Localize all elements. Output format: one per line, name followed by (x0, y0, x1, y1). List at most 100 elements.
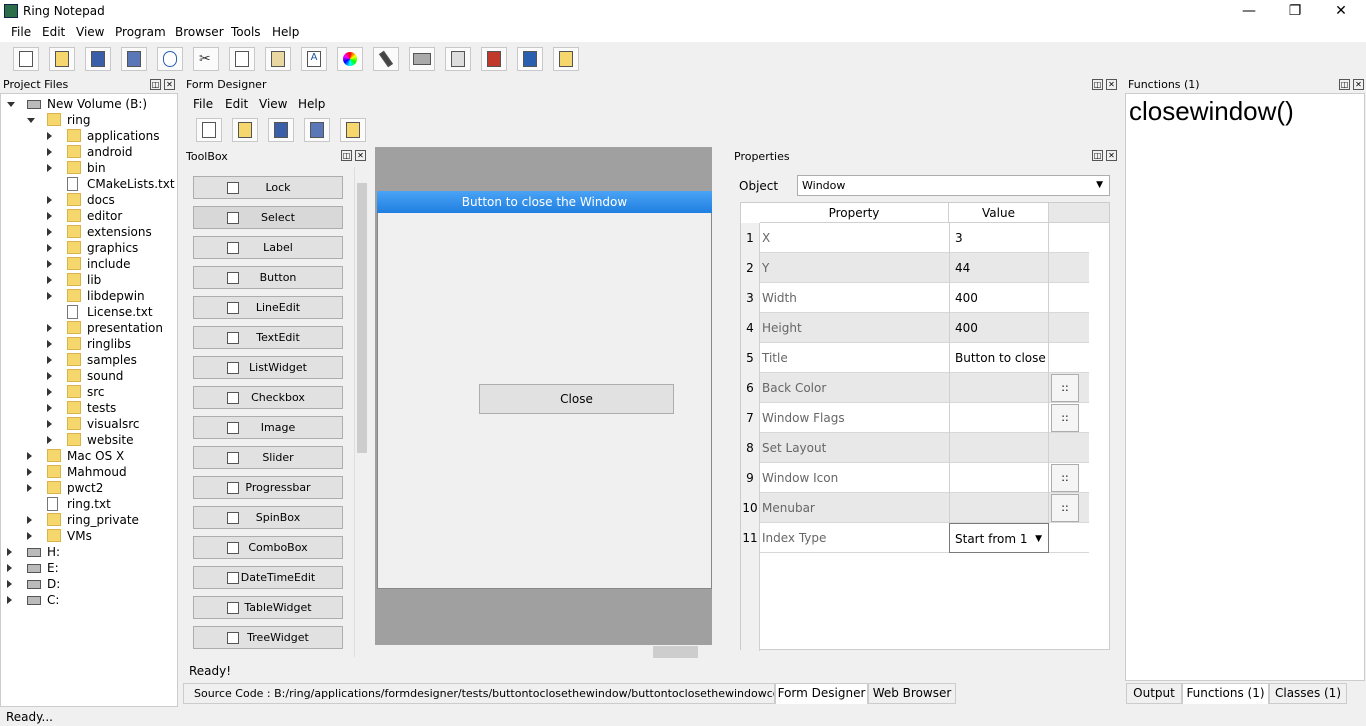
toolbox-slider-button[interactable]: Slider (193, 446, 343, 469)
chevron-right-icon[interactable] (27, 468, 32, 476)
chevron-right-icon[interactable] (47, 436, 52, 444)
tree-item[interactable]: Mac OS X (1, 448, 177, 464)
tree-item[interactable]: bin (1, 160, 177, 176)
property-value[interactable]: Start from 1 ▼ (949, 523, 1049, 553)
toolbox-textedit-button[interactable]: TextEdit (193, 326, 343, 349)
chevron-right-icon[interactable] (47, 132, 52, 140)
toolbox-combobox-button[interactable]: ComboBox (193, 536, 343, 559)
tree-item[interactable]: ring_private (1, 512, 177, 528)
float-icon[interactable]: ◫ (150, 79, 161, 90)
quit-button[interactable] (553, 47, 579, 71)
chevron-right-icon[interactable] (47, 228, 52, 236)
toolbox-spinbox-button[interactable]: SpinBox (193, 506, 343, 529)
chevron-right-icon[interactable] (47, 388, 52, 396)
toolbox-tablewidget-button[interactable]: TableWidget (193, 596, 343, 619)
save-button[interactable] (85, 47, 111, 71)
property-value[interactable]: 3 (949, 223, 1049, 253)
tree-item[interactable]: website (1, 432, 177, 448)
chevron-right-icon[interactable] (47, 164, 52, 172)
close-icon[interactable]: ✕ (1353, 79, 1364, 90)
float-icon[interactable]: ◫ (1092, 79, 1103, 90)
toolbox-listwidget-button[interactable]: ListWidget (193, 356, 343, 379)
property-value[interactable] (949, 433, 1049, 463)
tree-item[interactable]: CMakeLists.txt (1, 176, 177, 192)
chevron-right-icon[interactable] (27, 452, 32, 460)
browse-button[interactable]: :: (1051, 374, 1079, 402)
fd-menu-file[interactable]: File (193, 97, 213, 111)
property-value[interactable]: 400 (949, 283, 1049, 313)
tab-functions[interactable]: Functions (1) (1182, 683, 1269, 704)
scrollbar-thumb[interactable] (357, 183, 367, 453)
tab-classes[interactable]: Classes (1) (1269, 683, 1347, 704)
menu-edit[interactable]: Edit (42, 25, 65, 39)
toolbox-label-button[interactable]: Label (193, 236, 343, 259)
toolbox-checkbox-button[interactable]: Checkbox (193, 386, 343, 409)
object-select[interactable]: Window ▼ (797, 175, 1110, 196)
tree-item[interactable]: include (1, 256, 177, 272)
chevron-right-icon[interactable] (47, 324, 52, 332)
fd-save-as-button[interactable] (304, 118, 330, 142)
chevron-right-icon[interactable] (7, 596, 12, 604)
tree-item[interactable]: sound (1, 368, 177, 384)
chevron-down-icon[interactable] (7, 102, 15, 107)
tree-item[interactable]: presentation (1, 320, 177, 336)
toolbox-button-button[interactable]: Button (193, 266, 343, 289)
menu-tools[interactable]: Tools (231, 25, 261, 39)
new-file-button[interactable] (13, 47, 39, 71)
chevron-down-icon[interactable] (27, 118, 35, 123)
tree-item[interactable]: android (1, 144, 177, 160)
tree-item[interactable]: graphics (1, 240, 177, 256)
form-close-button[interactable]: Close (479, 384, 674, 414)
tree-item[interactable]: ringlibs (1, 336, 177, 352)
property-row[interactable]: 10 Menubar:: (741, 493, 1089, 523)
tree-item[interactable]: New Volume (B:) (1, 96, 177, 112)
tree-item[interactable]: License.txt (1, 304, 177, 320)
color-button[interactable] (337, 47, 363, 71)
toolbox-treewidget-button[interactable]: TreeWidget (193, 626, 343, 649)
tree-item[interactable]: tests (1, 400, 177, 416)
tree-item[interactable]: docs (1, 192, 177, 208)
fd-menu-view[interactable]: View (259, 97, 287, 111)
tab-source-code[interactable]: Source Code : B:/ring/applications/formd… (183, 683, 775, 704)
canvas-hscrollbar[interactable] (375, 645, 712, 659)
fd-save-button[interactable] (268, 118, 294, 142)
property-row[interactable]: 1X 3 (741, 223, 1089, 253)
property-row[interactable]: 8 Set Layout (741, 433, 1089, 463)
function-item[interactable]: closewindow() (1129, 96, 1294, 127)
property-value[interactable] (949, 493, 1049, 523)
toolbox-lock-button[interactable]: Lock (193, 176, 343, 199)
toolbox-select-button[interactable]: Select (193, 206, 343, 229)
debug-button[interactable] (445, 47, 471, 71)
toolbox-scrollbar[interactable] (354, 167, 368, 657)
chevron-right-icon[interactable] (47, 260, 52, 268)
close-icon[interactable]: ✕ (164, 79, 175, 90)
float-icon[interactable]: ◫ (1339, 79, 1350, 90)
chevron-right-icon[interactable] (7, 564, 12, 572)
run-gui-button[interactable] (517, 47, 543, 71)
cut-button[interactable]: ✂ (193, 47, 219, 71)
property-row[interactable]: 6 Back Color:: (741, 373, 1089, 403)
property-row[interactable]: 2 Y 44 (741, 253, 1089, 283)
property-row[interactable]: 5Title Button to close ... (741, 343, 1089, 373)
toolbox-image-button[interactable]: Image (193, 416, 343, 439)
menu-file[interactable]: File (11, 25, 31, 39)
canvas-vscrollbar[interactable] (712, 147, 726, 645)
chevron-right-icon[interactable] (47, 244, 52, 252)
tree-item[interactable]: ring.txt (1, 496, 177, 512)
chevron-right-icon[interactable] (7, 580, 12, 588)
chevron-right-icon[interactable] (47, 420, 52, 428)
chevron-right-icon[interactable] (7, 548, 12, 556)
property-row[interactable]: 7 Window Flags:: (741, 403, 1089, 433)
print-button[interactable] (409, 47, 435, 71)
toolbox-lineedit-button[interactable]: LineEdit (193, 296, 343, 319)
open-button[interactable] (49, 47, 75, 71)
tree-item[interactable]: src (1, 384, 177, 400)
chevron-right-icon[interactable] (47, 212, 52, 220)
property-value[interactable] (949, 403, 1049, 433)
find-button[interactable] (373, 47, 399, 71)
tree-item[interactable]: pwct2 (1, 480, 177, 496)
fd-menu-help[interactable]: Help (298, 97, 325, 111)
tree-item[interactable]: E: (1, 560, 177, 576)
paste-button[interactable] (265, 47, 291, 71)
fd-open-button[interactable] (232, 118, 258, 142)
